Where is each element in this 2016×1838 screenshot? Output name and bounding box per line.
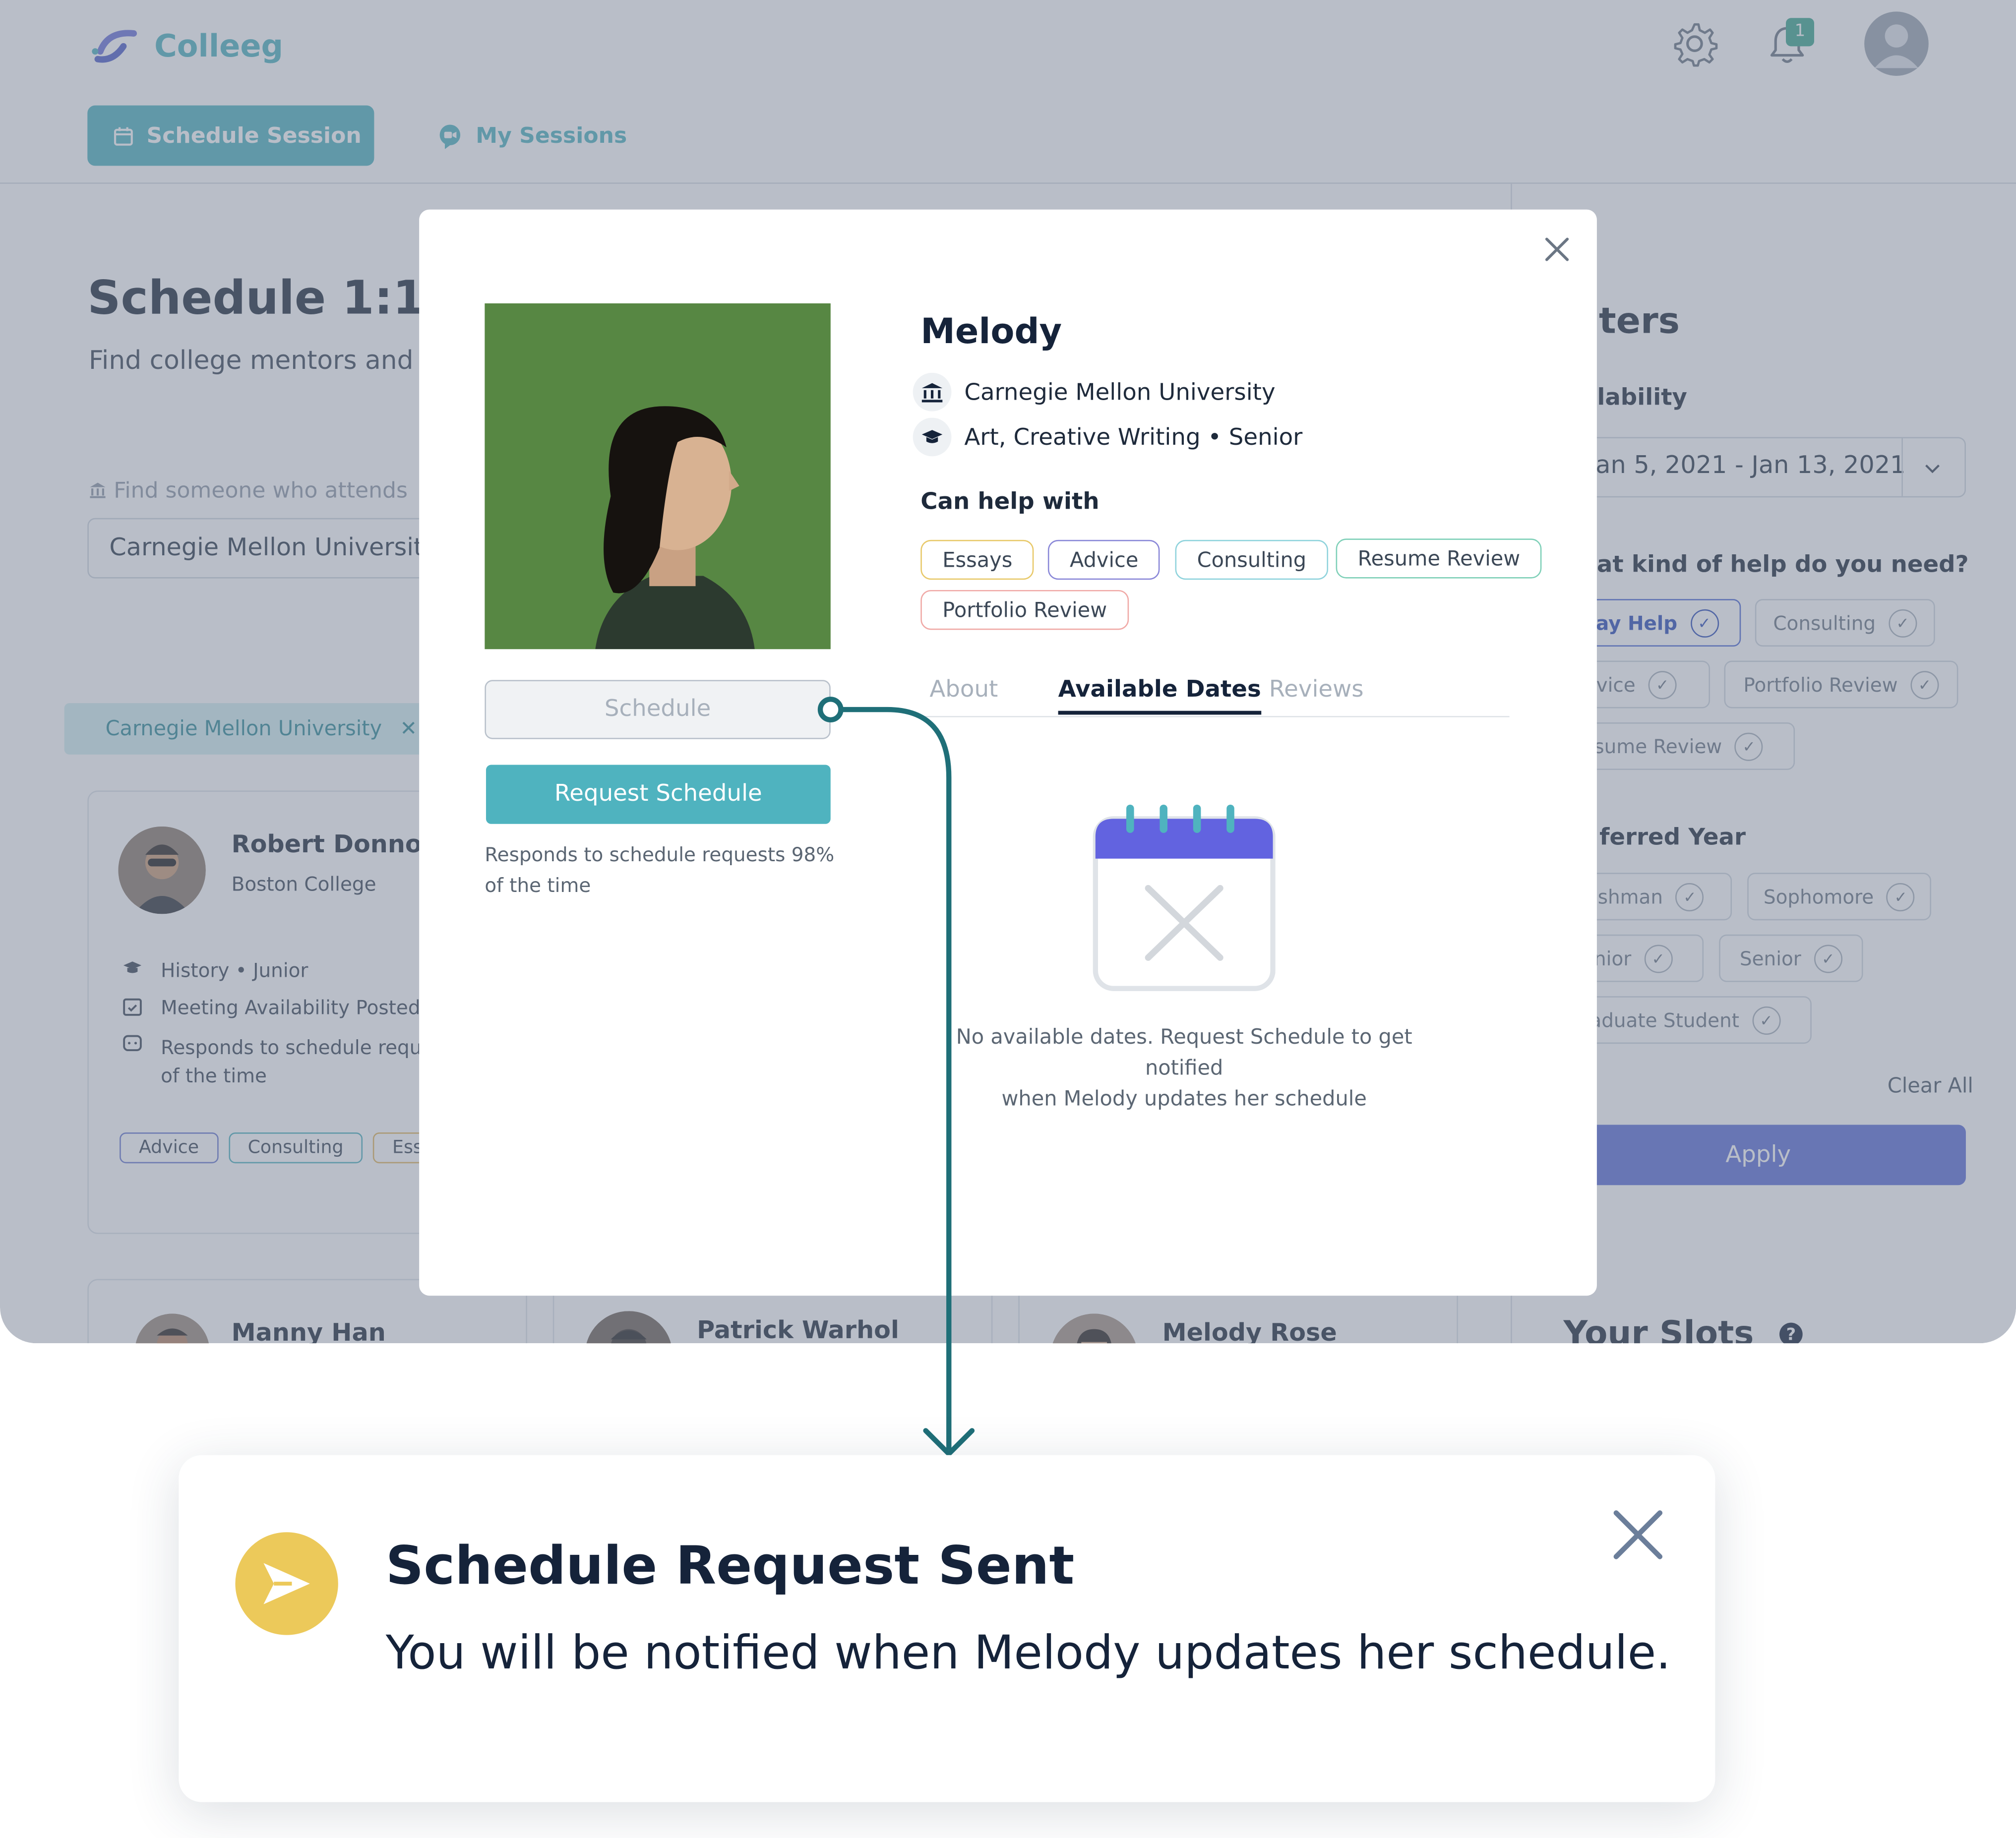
toast-title: Schedule Request Sent [385, 1535, 1075, 1597]
close-icon[interactable] [1610, 1506, 1666, 1563]
screenshot-stage: Colleeg Schedule Session My Ses [0, 0, 2016, 1838]
paper-plane-icon [235, 1532, 338, 1635]
schedule-request-toast: Schedule Request Sent You will be notifi… [179, 1455, 1715, 1802]
toast-message: You will be notified when Melody updates… [385, 1627, 1671, 1680]
